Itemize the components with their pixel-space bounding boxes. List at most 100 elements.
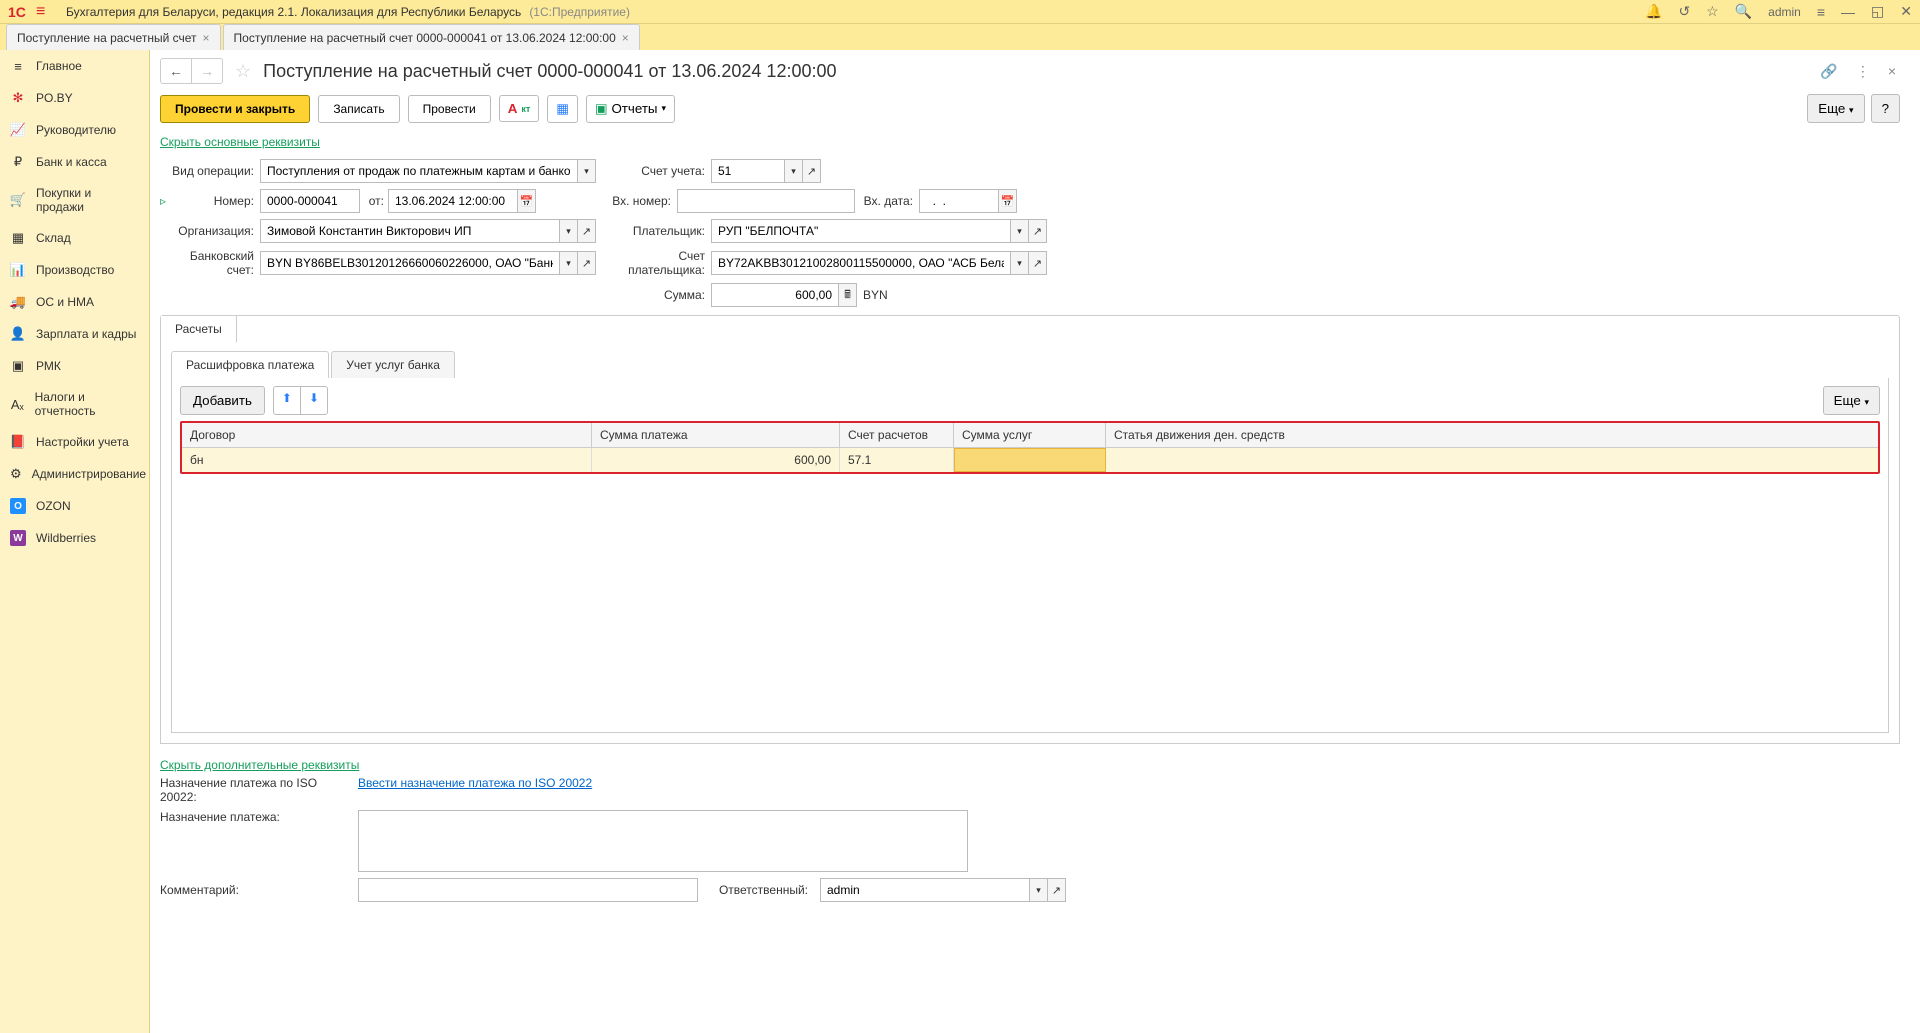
add-row-button[interactable]: Добавить bbox=[180, 386, 265, 415]
bank-input[interactable] bbox=[260, 251, 560, 275]
move-down-icon[interactable]: ⬇ bbox=[301, 387, 327, 414]
sidebar-item-manager[interactable]: 📈Руководителю bbox=[0, 114, 149, 146]
restore-icon[interactable]: ◱ bbox=[1871, 3, 1884, 20]
comment-input[interactable] bbox=[358, 878, 698, 902]
search-icon[interactable]: 🔍 bbox=[1735, 3, 1752, 20]
close-icon[interactable]: × bbox=[622, 31, 629, 45]
dt-kt-button[interactable]: Акт bbox=[499, 95, 540, 122]
sidebar-item-rmk[interactable]: ▣РМК bbox=[0, 350, 149, 382]
bell-icon[interactable]: 🔔 bbox=[1645, 3, 1662, 20]
open-icon[interactable]: ↗ bbox=[1029, 219, 1047, 243]
logo-1c: 1C bbox=[8, 4, 36, 20]
sidebar-item-main[interactable]: ≡Главное bbox=[0, 50, 149, 82]
structure-button[interactable]: ▦ bbox=[547, 95, 578, 123]
payer-account-input[interactable] bbox=[711, 251, 1011, 275]
square-icon: ▣ bbox=[10, 358, 26, 374]
col-header-contract[interactable]: Договор bbox=[182, 423, 592, 447]
in-date-input[interactable] bbox=[919, 189, 999, 213]
tab-settlements[interactable]: Расчеты bbox=[161, 316, 237, 343]
post-and-close-button[interactable]: Провести и закрыть bbox=[160, 95, 310, 123]
in-number-input[interactable] bbox=[677, 189, 855, 213]
sidebar-item-admin[interactable]: ⚙Администрирование bbox=[0, 458, 149, 490]
org-input[interactable] bbox=[260, 219, 560, 243]
table-row[interactable]: бн 600,00 57.1 bbox=[182, 448, 1878, 472]
col-header-account[interactable]: Счет расчетов bbox=[840, 423, 954, 447]
operation-input[interactable] bbox=[260, 159, 578, 183]
open-icon[interactable]: ↗ bbox=[803, 159, 821, 183]
more-button[interactable]: Еще ▾ bbox=[1807, 94, 1864, 123]
sidebar-item-production[interactable]: 📊Производство bbox=[0, 254, 149, 286]
col-header-article[interactable]: Статья движения ден. средств bbox=[1106, 423, 1878, 447]
sidebar-item-ozon[interactable]: OOZON bbox=[0, 490, 149, 522]
open-icon[interactable]: ↗ bbox=[578, 219, 596, 243]
hide-additional-link[interactable]: Скрыть дополнительные реквизиты bbox=[160, 758, 359, 772]
dropdown-icon[interactable]: ▾ bbox=[560, 251, 578, 275]
menu-icon: ≡ bbox=[10, 58, 26, 74]
gear-icon: ⚙ bbox=[10, 466, 22, 482]
purpose-textarea[interactable] bbox=[358, 810, 968, 872]
hamburger-icon[interactable]: ≡ bbox=[36, 3, 56, 21]
close-icon[interactable]: × bbox=[1884, 59, 1900, 84]
calendar-icon[interactable]: 📅 bbox=[999, 189, 1017, 213]
dropdown-icon[interactable]: ▾ bbox=[1030, 878, 1048, 902]
post-button[interactable]: Провести bbox=[408, 95, 491, 123]
link-icon[interactable]: 🔗 bbox=[1816, 59, 1841, 84]
dropdown-icon[interactable]: ▾ bbox=[1011, 251, 1029, 275]
sidebar-item-purchases[interactable]: 🛒Покупки и продажи bbox=[0, 178, 149, 222]
cell-contract[interactable]: бн bbox=[182, 448, 592, 472]
col-header-sum[interactable]: Сумма платежа bbox=[592, 423, 840, 447]
number-input[interactable] bbox=[260, 189, 360, 213]
dropdown-icon[interactable]: ▾ bbox=[1011, 219, 1029, 243]
star-icon[interactable]: ☆ bbox=[1706, 3, 1719, 20]
in-number-label: Вх. номер: bbox=[546, 194, 677, 208]
payer-input[interactable] bbox=[711, 219, 1011, 243]
date-input[interactable] bbox=[388, 189, 518, 213]
cell-sum[interactable]: 600,00 bbox=[592, 448, 840, 472]
more-vertical-icon[interactable]: ⋮ bbox=[1852, 59, 1874, 84]
sidebar-item-settings[interactable]: 📕Настройки учета bbox=[0, 426, 149, 458]
account-input[interactable] bbox=[711, 159, 785, 183]
move-up-icon[interactable]: ⬆ bbox=[274, 387, 301, 414]
iso-link[interactable]: Ввести назначение платежа по ISO 20022 bbox=[358, 776, 592, 790]
dropdown-icon[interactable]: ▾ bbox=[578, 159, 596, 183]
reports-button[interactable]: ▣ Отчеты ▾ bbox=[586, 95, 675, 123]
iso-label: Назначение платежа по ISO 20022: bbox=[160, 776, 352, 804]
close-icon[interactable]: × bbox=[203, 31, 210, 45]
open-icon[interactable]: ↗ bbox=[578, 251, 596, 275]
date-label: от: bbox=[364, 194, 388, 208]
tab-payment-breakdown[interactable]: Расшифровка платежа bbox=[171, 351, 329, 378]
tab-bank-services[interactable]: Учет услуг банка bbox=[331, 351, 455, 378]
dropdown-icon[interactable]: ▾ bbox=[560, 219, 578, 243]
close-window-icon[interactable]: ✕ bbox=[1900, 3, 1912, 20]
calendar-icon[interactable]: 📅 bbox=[518, 189, 536, 213]
responsible-input[interactable] bbox=[820, 878, 1030, 902]
sidebar-item-wildberries[interactable]: WWildberries bbox=[0, 522, 149, 554]
cell-article[interactable] bbox=[1106, 448, 1878, 472]
save-button[interactable]: Записать bbox=[318, 95, 399, 123]
minimize-icon[interactable]: — bbox=[1841, 4, 1855, 20]
back-button[interactable]: ← bbox=[161, 59, 191, 83]
sidebar-item-bank[interactable]: ₽Банк и касса bbox=[0, 146, 149, 178]
calculator-icon[interactable]: 🖩 bbox=[839, 283, 857, 307]
sidebar-item-taxes[interactable]: АₓНалоги и отчетность bbox=[0, 382, 149, 426]
dropdown-icon[interactable]: ▾ bbox=[785, 159, 803, 183]
history-icon[interactable]: ↺ bbox=[1678, 3, 1690, 20]
col-header-service[interactable]: Сумма услуг bbox=[954, 423, 1106, 447]
open-icon[interactable]: ↗ bbox=[1029, 251, 1047, 275]
favorite-star-icon[interactable]: ☆ bbox=[235, 61, 251, 82]
cell-service[interactable] bbox=[954, 448, 1106, 472]
document-tab-0[interactable]: Поступление на расчетный счет × bbox=[6, 24, 221, 50]
hide-main-details-link[interactable]: Скрыть основные реквизиты bbox=[160, 135, 320, 149]
sidebar-item-warehouse[interactable]: ▦Склад bbox=[0, 222, 149, 254]
cell-account[interactable]: 57.1 bbox=[840, 448, 954, 472]
help-button[interactable]: ? bbox=[1871, 94, 1900, 123]
document-tab-1[interactable]: Поступление на расчетный счет 0000-00004… bbox=[223, 24, 640, 50]
sidebar-item-salary[interactable]: 👤Зарплата и кадры bbox=[0, 318, 149, 350]
sidebar-item-poby[interactable]: ✻PO.BY bbox=[0, 82, 149, 114]
sidebar-item-assets[interactable]: 🚚ОС и НМА bbox=[0, 286, 149, 318]
table-more-button[interactable]: Еще ▾ bbox=[1823, 386, 1880, 415]
settings-icon[interactable]: ≡ bbox=[1817, 4, 1825, 20]
open-icon[interactable]: ↗ bbox=[1048, 878, 1066, 902]
forward-button[interactable]: → bbox=[191, 59, 222, 83]
sum-input[interactable] bbox=[711, 283, 839, 307]
